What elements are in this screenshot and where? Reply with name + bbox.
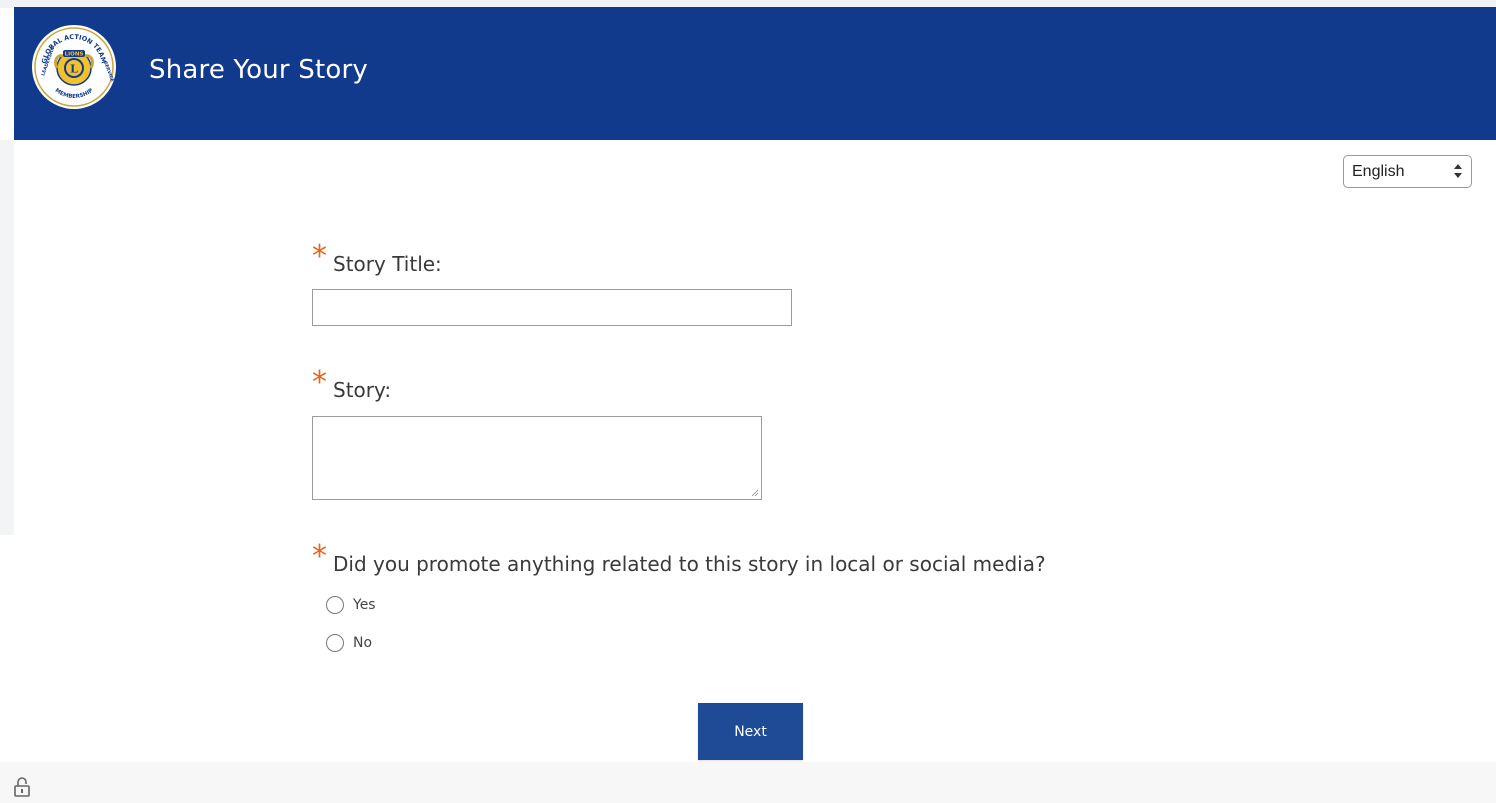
question-story-title: * Story Title:	[312, 239, 442, 277]
logo-emblem-letter: L	[70, 63, 78, 76]
radio-option-yes[interactable]: Yes	[326, 595, 376, 615]
resize-handle-icon[interactable]	[751, 489, 759, 497]
radio-button-no[interactable]	[326, 634, 344, 652]
question-label-story-title: Story Title:	[333, 252, 442, 276]
radio-option-no[interactable]: No	[326, 633, 372, 653]
select-arrows-icon	[1454, 164, 1462, 178]
required-asterisk: *	[312, 239, 327, 274]
language-select-value: English	[1352, 163, 1405, 180]
next-button[interactable]: Next	[698, 703, 803, 760]
background-left-strip	[0, 140, 14, 535]
required-asterisk: *	[312, 539, 327, 574]
survey-page: GLOBAL ACTION TEAM MEMBERSHIP LEADERSHIP…	[0, 0, 1496, 803]
lions-global-action-team-logo-icon: GLOBAL ACTION TEAM MEMBERSHIP LEADERSHIP…	[32, 25, 116, 109]
lock-icon	[14, 777, 30, 797]
story-textarea[interactable]	[312, 416, 762, 500]
question-promotion: * Did you promote anything related to thi…	[312, 539, 1046, 577]
radio-button-yes[interactable]	[326, 596, 344, 614]
page-header: GLOBAL ACTION TEAM MEMBERSHIP LEADERSHIP…	[14, 7, 1496, 140]
radio-label-no[interactable]: No	[353, 635, 372, 651]
language-select[interactable]: English	[1343, 155, 1472, 188]
required-asterisk: *	[312, 365, 327, 400]
background-bottom-strip	[0, 762, 1496, 803]
story-title-input[interactable]	[312, 289, 792, 326]
question-label-story: Story:	[333, 378, 392, 402]
page-title: Share Your Story	[149, 55, 368, 85]
radio-label-yes[interactable]: Yes	[353, 597, 376, 613]
question-story: * Story:	[312, 365, 391, 403]
logo-emblem-text: LIONS	[65, 52, 84, 58]
question-label-promotion: Did you promote anything related to this…	[333, 552, 1046, 576]
